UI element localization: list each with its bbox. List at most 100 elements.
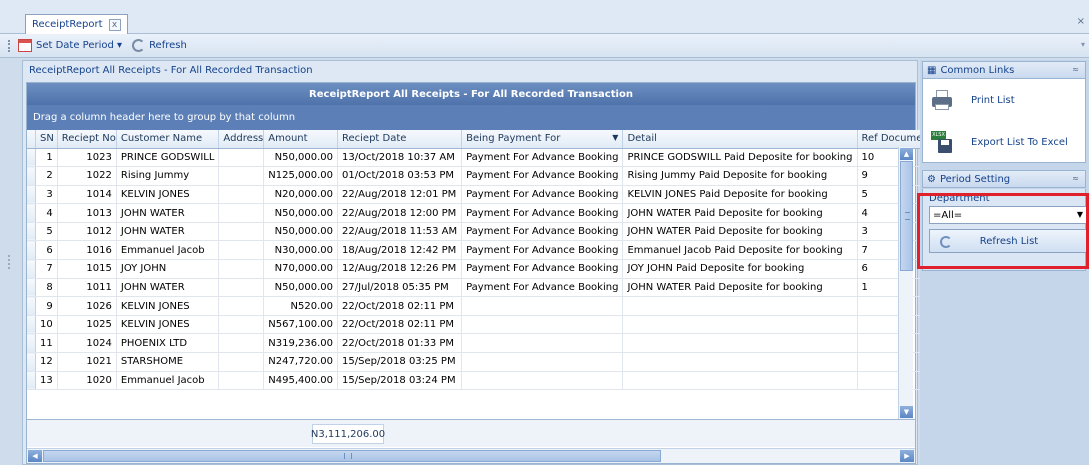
cell-customer-name[interactable]: JOHN WATER	[116, 203, 220, 223]
toolbar-grip[interactable]	[8, 40, 11, 52]
splitter-grip[interactable]	[8, 255, 10, 269]
cell-sn[interactable]: 8	[35, 278, 58, 298]
cell-detail[interactable]	[622, 315, 858, 335]
cell-reciept-no[interactable]: 1026	[57, 296, 117, 316]
scroll-up-icon[interactable]: ▲	[900, 148, 913, 160]
print-list-link[interactable]: Print List	[931, 89, 1015, 111]
cell-detail[interactable]: JOHN WATER Paid Deposite for booking	[622, 222, 858, 242]
table-row[interactable]: 7 1015 JOY JOHN N70,000.00 12/Aug/2018 12:26…	[27, 259, 934, 279]
cell-address[interactable]	[218, 185, 265, 205]
dropdown-arrow-icon[interactable]: ▼	[1077, 210, 1083, 219]
cell-customer-name[interactable]: Emmanuel Jacob	[116, 371, 220, 391]
cell-detail[interactable]	[622, 371, 858, 391]
column-header-reciept-date[interactable]: Reciept Date	[337, 130, 463, 149]
cell-sn[interactable]: 6	[35, 240, 58, 261]
cell-detail[interactable]: PRINCE GODSWILL Paid Deposite for bookin…	[622, 148, 858, 168]
cell-address[interactable]	[218, 333, 265, 354]
cell-reciept-no[interactable]: 1025	[57, 315, 117, 335]
row-selector[interactable]	[27, 278, 36, 298]
cell-reciept-no[interactable]: 1024	[57, 333, 117, 354]
common-links-header[interactable]: ▦ Common Links ≈	[922, 61, 1086, 79]
toolbar-overflow-icon[interactable]: ▾	[1081, 40, 1085, 49]
cell-address[interactable]	[218, 259, 265, 279]
cell-reciept-no[interactable]: 1016	[57, 240, 117, 261]
cell-amount[interactable]: N50,000.00	[263, 278, 338, 298]
cell-being-payment-for[interactable]: Payment For Advance Booking	[461, 185, 624, 205]
cell-sn[interactable]: 10	[35, 315, 58, 335]
collapse-icon[interactable]: ≈	[1072, 174, 1079, 183]
cell-reciept-date[interactable]: 22/Aug/2018 12:00 PM	[337, 203, 463, 223]
tab-close-icon[interactable]: x	[108, 18, 121, 31]
collapse-icon[interactable]: ≈	[1072, 65, 1079, 74]
cell-amount[interactable]: N125,000.00	[263, 166, 338, 186]
cell-reciept-date[interactable]: 22/Oct/2018 01:33 PM	[337, 333, 463, 354]
cell-reciept-date[interactable]: 22/Oct/2018 02:11 PM	[337, 315, 463, 335]
row-selector[interactable]	[27, 166, 36, 186]
cell-reciept-date[interactable]: 22/Aug/2018 12:01 PM	[337, 185, 463, 205]
cell-address[interactable]	[218, 166, 265, 186]
cell-reciept-date[interactable]: 22/Oct/2018 02:11 PM	[337, 296, 463, 316]
cell-customer-name[interactable]: JOHN WATER	[116, 278, 220, 298]
row-selector[interactable]	[27, 259, 36, 279]
cell-reciept-date[interactable]: 13/Oct/2018 10:37 AM	[337, 148, 463, 168]
cell-reciept-no[interactable]: 1012	[57, 222, 117, 242]
cell-customer-name[interactable]: PHOENIX LTD	[116, 333, 220, 354]
cell-reciept-no[interactable]: 1023	[57, 148, 117, 168]
cell-amount[interactable]: N495,400.00	[263, 371, 338, 391]
cell-customer-name[interactable]: KELVIN JONES	[116, 185, 220, 205]
cell-being-payment-for[interactable]	[461, 352, 624, 372]
cell-reciept-no[interactable]: 1014	[57, 185, 117, 205]
cell-customer-name[interactable]: Rising Jummy	[116, 166, 220, 186]
cell-sn[interactable]: 2	[35, 166, 58, 186]
export-excel-link[interactable]: XLSX Export List To Excel	[931, 131, 1068, 153]
table-row[interactable]: 12 1021 STARSHOME N247,720.00 15/Sep/2018 03…	[27, 352, 934, 372]
table-row[interactable]: 6 1016 Emmanuel Jacob N30,000.00 18/Aug/2018…	[27, 240, 934, 261]
window-close-icon[interactable]: ×	[1077, 16, 1085, 27]
cell-address[interactable]	[218, 222, 265, 242]
cell-being-payment-for[interactable]: Payment For Advance Booking	[461, 148, 624, 168]
table-row[interactable]: 2 1022 Rising Jummy N125,000.00 01/Oct/2018 …	[27, 166, 934, 186]
cell-customer-name[interactable]: JOY JOHN	[116, 259, 220, 279]
cell-customer-name[interactable]: KELVIN JONES	[116, 315, 220, 335]
table-row[interactable]: 10 1025 KELVIN JONES N567,100.00 22/Oct/2018…	[27, 315, 934, 335]
vertical-scroll-thumb[interactable]	[900, 161, 913, 271]
cell-being-payment-for[interactable]	[461, 371, 624, 391]
cell-sn[interactable]: 11	[35, 333, 58, 354]
horizontal-scrollbar[interactable]: ◀ ▶	[27, 448, 915, 463]
row-selector[interactable]	[27, 371, 36, 391]
row-selector[interactable]	[27, 240, 36, 261]
cell-being-payment-for[interactable]	[461, 333, 624, 354]
cell-address[interactable]	[218, 352, 265, 372]
cell-being-payment-for[interactable]	[461, 296, 624, 316]
row-selector[interactable]	[27, 185, 36, 205]
cell-reciept-no[interactable]: 1015	[57, 259, 117, 279]
cell-amount[interactable]: N50,000.00	[263, 148, 338, 168]
cell-reciept-no[interactable]: 1013	[57, 203, 117, 223]
table-row[interactable]: 5 1012 JOHN WATER N50,000.00 22/Aug/2018 11:…	[27, 222, 934, 242]
cell-reciept-no[interactable]: 1022	[57, 166, 117, 186]
cell-address[interactable]	[218, 240, 265, 261]
row-selector[interactable]	[27, 296, 36, 316]
row-selector[interactable]	[27, 333, 36, 354]
cell-being-payment-for[interactable]: Payment For Advance Booking	[461, 259, 624, 279]
cell-being-payment-for[interactable]: Payment For Advance Booking	[461, 166, 624, 186]
cell-detail[interactable]: KELVIN JONES Paid Deposite for booking	[622, 185, 858, 205]
tab-receipt-report[interactable]: ReceiptReport x	[25, 14, 128, 34]
column-header-address[interactable]: Address	[218, 130, 265, 149]
cell-reciept-date[interactable]: 01/Oct/2018 03:53 PM	[337, 166, 463, 186]
cell-address[interactable]	[218, 203, 265, 223]
table-row[interactable]: 3 1014 KELVIN JONES N20,000.00 22/Aug/2018 1…	[27, 185, 934, 205]
filter-icon[interactable]: ▼	[612, 133, 618, 142]
cell-address[interactable]	[218, 315, 265, 335]
cell-customer-name[interactable]: STARSHOME	[116, 352, 220, 372]
cell-customer-name[interactable]: PRINCE GODSWILL	[116, 148, 220, 168]
column-header-customer-name[interactable]: Customer Name	[116, 130, 220, 149]
refresh-button[interactable]: Refresh	[132, 39, 187, 52]
cell-sn[interactable]: 3	[35, 185, 58, 205]
cell-reciept-date[interactable]: 15/Sep/2018 03:25 PM	[337, 352, 463, 372]
scroll-right-icon[interactable]: ▶	[900, 450, 914, 462]
cell-address[interactable]	[218, 296, 265, 316]
cell-customer-name[interactable]: JOHN WATER	[116, 222, 220, 242]
cell-amount[interactable]: N50,000.00	[263, 222, 338, 242]
cell-amount[interactable]: N20,000.00	[263, 185, 338, 205]
